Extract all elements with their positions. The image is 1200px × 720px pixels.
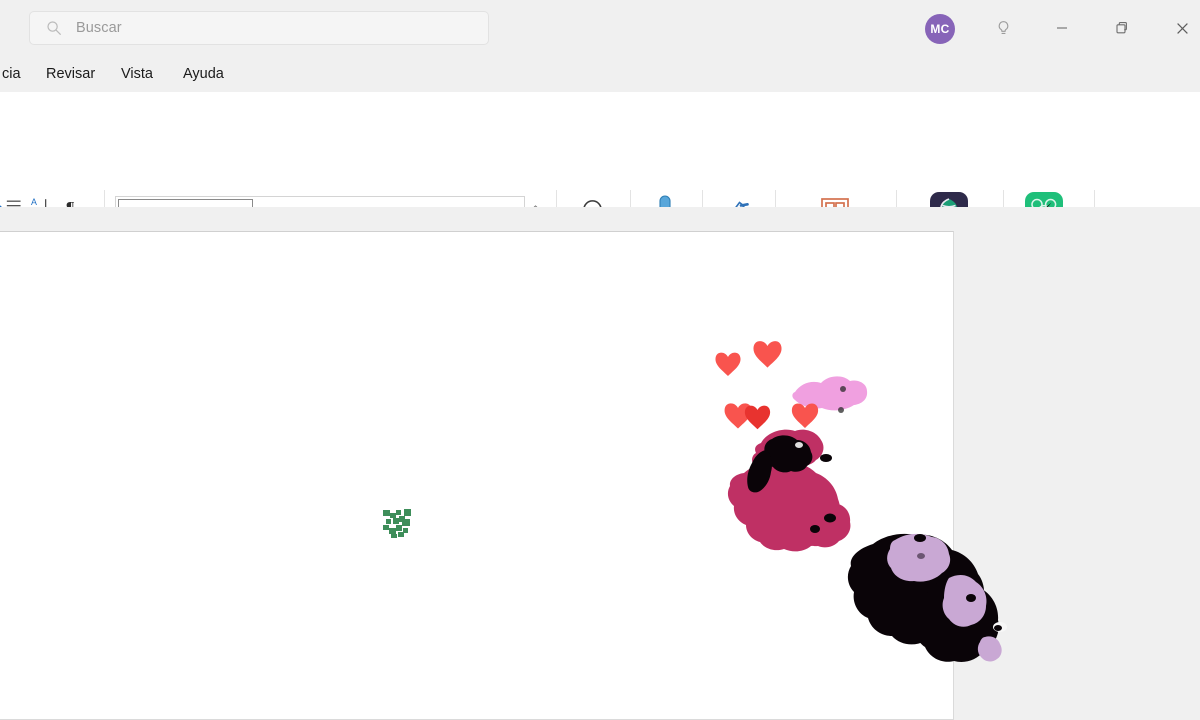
- tab-revisar[interactable]: Revisar: [37, 56, 104, 92]
- search-input[interactable]: Buscar: [29, 11, 489, 45]
- search-icon: [46, 20, 62, 36]
- document-page[interactable]: [0, 231, 954, 720]
- tab-vista[interactable]: Vista: [112, 56, 162, 92]
- word-window: Buscar MC cia: [0, 0, 1200, 720]
- ribbon: A Z ¶: [0, 92, 1200, 207]
- document-area[interactable]: [0, 207, 1200, 720]
- lightbulb-icon[interactable]: [986, 12, 1020, 44]
- restore-icon[interactable]: [1105, 12, 1139, 44]
- search-placeholder-text: Buscar: [76, 20, 122, 36]
- ribbon-tab-row: cia Revisar Vista Ayuda Comentarios Edic…: [0, 56, 1200, 92]
- tab-referencias[interactable]: cia: [0, 56, 30, 92]
- svg-text:A: A: [31, 197, 37, 207]
- avatar[interactable]: MC: [925, 14, 955, 44]
- close-icon[interactable]: [1165, 12, 1199, 44]
- tab-ayuda[interactable]: Ayuda: [174, 56, 233, 92]
- minimize-icon[interactable]: [1045, 12, 1079, 44]
- title-bar: Buscar MC: [0, 0, 1200, 56]
